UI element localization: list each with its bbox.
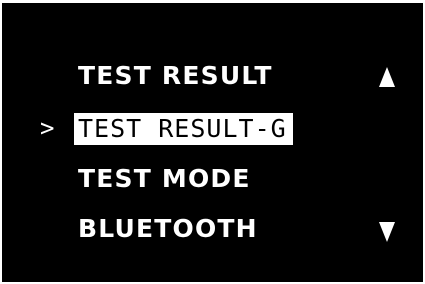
menu-item-label: TEST MODE	[78, 164, 251, 193]
display-screen: TEST RESULT > TEST RESULT-G TEST MODE BL…	[2, 3, 423, 282]
menu-item-bluetooth[interactable]: BLUETOOTH	[2, 210, 423, 248]
selection-cursor-icon: >	[40, 114, 56, 142]
scroll-up-icon[interactable]	[379, 67, 395, 87]
menu-item-test-result[interactable]: TEST RESULT	[2, 57, 423, 95]
menu-item-test-result-g[interactable]: > TEST RESULT-G	[2, 110, 423, 148]
menu-item-label: TEST RESULT-G	[74, 113, 293, 145]
menu-item-label: TEST RESULT	[78, 61, 273, 90]
menu-item-test-mode[interactable]: TEST MODE	[2, 160, 423, 198]
menu-item-label: BLUETOOTH	[78, 214, 258, 243]
scroll-down-icon[interactable]	[379, 222, 395, 242]
